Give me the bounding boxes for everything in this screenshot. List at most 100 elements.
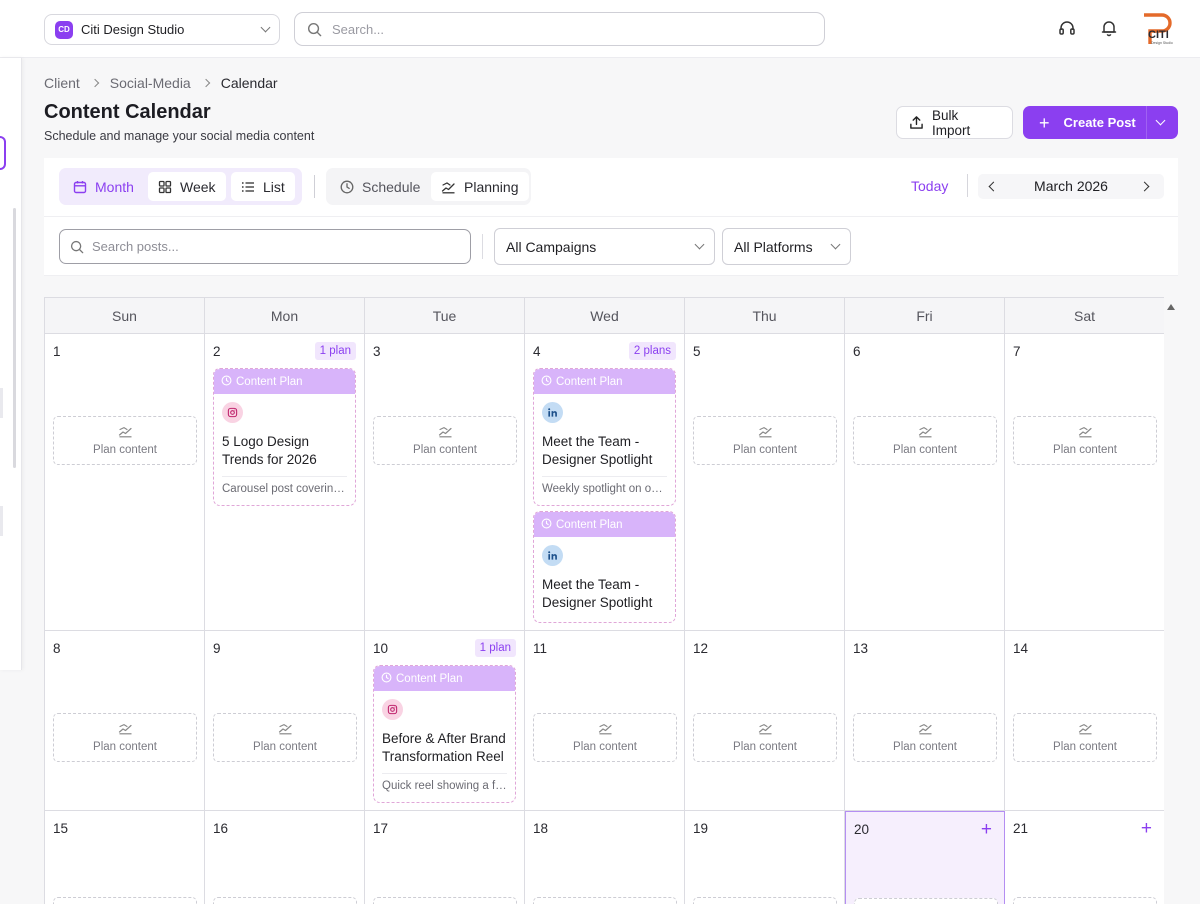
sidebar-scrollbar[interactable] [13,208,16,468]
bulk-import-label: Bulk Import [931,107,971,138]
day-number: 7 [1013,344,1021,359]
calendar-day[interactable]: 5 Plan content [685,334,845,631]
global-search-input[interactable] [332,21,812,37]
plan-content-label: Plan content [733,443,797,456]
mode-schedule-button[interactable]: Schedule [330,172,430,201]
plan-content-slot[interactable]: Plan content [853,416,997,465]
plan-content-slot[interactable]: Plan content [53,713,197,762]
chevron-down-icon[interactable] [1155,115,1166,126]
search-icon [70,240,84,253]
plan-content-slot[interactable]: Plan content [853,713,997,762]
day-number: 11 [533,641,548,656]
add-plan-icon[interactable]: + [981,820,992,839]
calendar-day[interactable]: 15 Plan content [45,811,205,904]
card-type-label: Content Plan [396,672,463,685]
svg-text:Design Studio: Design Studio [1151,41,1173,45]
instagram-icon [382,699,403,720]
create-post-button[interactable]: + Create Post [1023,106,1178,139]
day-number: 18 [533,821,549,836]
breadcrumb-social-media[interactable]: Social-Media [110,75,191,91]
view-list-label: List [263,178,285,195]
bulk-import-button[interactable]: Bulk Import [896,106,1013,139]
sidebar-item[interactable] [0,506,3,536]
calendar-day[interactable]: 19 Plan content [685,811,845,904]
plan-content-label: Plan content [93,740,157,753]
plus-icon: + [1039,112,1050,133]
calendar-day[interactable]: 21 + Plan content [1005,811,1164,904]
bell-icon[interactable] [1098,17,1120,39]
planning-icon [758,426,773,441]
global-search[interactable] [294,12,825,46]
breadcrumb-calendar: Calendar [220,75,278,91]
card-title: Meet the Team - Designer Spotlight [542,434,653,467]
calendar-day[interactable]: 3 Plan content [365,334,525,631]
day-number: 20 [854,822,870,837]
calendar-day[interactable]: 18 Plan content [525,811,685,904]
calendar-day[interactable]: 7 Plan content [1005,334,1164,631]
plan-content-slot[interactable]: Plan content [373,897,517,904]
calendar-day[interactable]: 4 2 plans Content Plan Meet the Team - Desi… [525,334,685,631]
calendar-day[interactable]: 16 Plan content [205,811,365,904]
calendar-day-today[interactable]: 20 + Plan content [845,811,1005,904]
breadcrumb: Client Social-Media Calendar [44,75,278,91]
workspace-selector[interactable]: CD Citi Design Studio [44,14,280,45]
content-plan-card[interactable]: Content Plan Before & After Brand Transfo… [373,665,516,803]
platform-filter[interactable]: All Platforms [722,228,851,265]
chevron-down-icon [830,239,841,250]
breadcrumb-client[interactable]: Client [44,75,80,91]
clock-icon [541,518,552,532]
linkedin-icon [542,545,563,566]
plan-content-slot[interactable]: Plan content [693,713,837,762]
post-search[interactable] [59,229,471,264]
view-list-button[interactable]: List [231,172,295,201]
plan-content-slot[interactable]: Plan content [1013,416,1157,465]
plan-content-label: Plan content [893,443,957,456]
card-description: Weekly spotlight on our designers [542,476,667,500]
sidebar-item[interactable] [0,388,3,418]
content-plan-card[interactable]: Content Plan Meet the Team - Designer Spo… [533,511,676,623]
calendar-day[interactable]: 14 Plan content [1005,631,1164,811]
calendar-day[interactable]: 11 Plan content [525,631,685,811]
support-icon[interactable] [1056,17,1078,39]
calendar-day[interactable]: 1 Plan content [45,334,205,631]
view-month-label: Month [95,178,134,195]
view-week-label: Week [180,178,216,195]
plan-content-slot[interactable]: Plan content [533,897,677,904]
calendar-day[interactable]: 2 1 plan Content Plan 5 Logo Design Trends … [205,334,365,631]
view-week-button[interactable]: Week [148,172,226,201]
plan-content-slot[interactable]: Plan content [53,416,197,465]
calendar-day[interactable]: 17 Plan content [365,811,525,904]
calendar-day[interactable]: 10 1 plan Content Plan Before & After Brand… [365,631,525,811]
planning-icon [1078,426,1093,441]
scroll-up-arrow[interactable] [1166,299,1176,311]
content-plan-card[interactable]: Content Plan 5 Logo Design Trends for 202… [213,368,356,506]
plan-content-slot[interactable]: Plan content [854,898,998,904]
add-plan-icon[interactable]: + [1141,819,1152,838]
plan-content-slot[interactable]: Plan content [213,897,357,904]
plan-content-slot[interactable]: Plan content [533,713,677,762]
campaign-filter[interactable]: All Campaigns [494,228,715,265]
content-plan-card[interactable]: Content Plan Meet the Team - Designer Spo… [533,368,676,506]
view-month-button[interactable]: Month [63,172,144,201]
plan-content-slot[interactable]: Plan content [373,416,517,465]
workspace-avatar: CD [55,20,73,39]
calendar-day[interactable]: 12 Plan content [685,631,845,811]
calendar-day[interactable]: 9 Plan content [205,631,365,811]
mode-planning-button[interactable]: Planning [431,172,529,201]
plan-content-slot[interactable]: Plan content [1013,897,1157,904]
calendar-day[interactable]: 6 Plan content [845,334,1005,631]
today-button[interactable]: Today [911,178,948,194]
plan-content-slot[interactable]: Plan content [1013,713,1157,762]
calendar-day[interactable]: 13 Plan content [845,631,1005,811]
upload-icon [910,116,923,129]
plan-content-slot[interactable]: Plan content [53,897,197,904]
sidebar-active-indicator[interactable] [0,136,6,170]
plan-content-slot[interactable]: Plan content [213,713,357,762]
clock-icon [381,672,392,686]
brand-logo[interactable]: CITI Design Studio [1140,11,1174,47]
calendar-day[interactable]: 8 Plan content [45,631,205,811]
planning-icon [441,181,455,193]
plan-content-slot[interactable]: Plan content [693,416,837,465]
plan-content-slot[interactable]: Plan content [693,897,837,904]
post-search-input[interactable] [92,239,460,254]
